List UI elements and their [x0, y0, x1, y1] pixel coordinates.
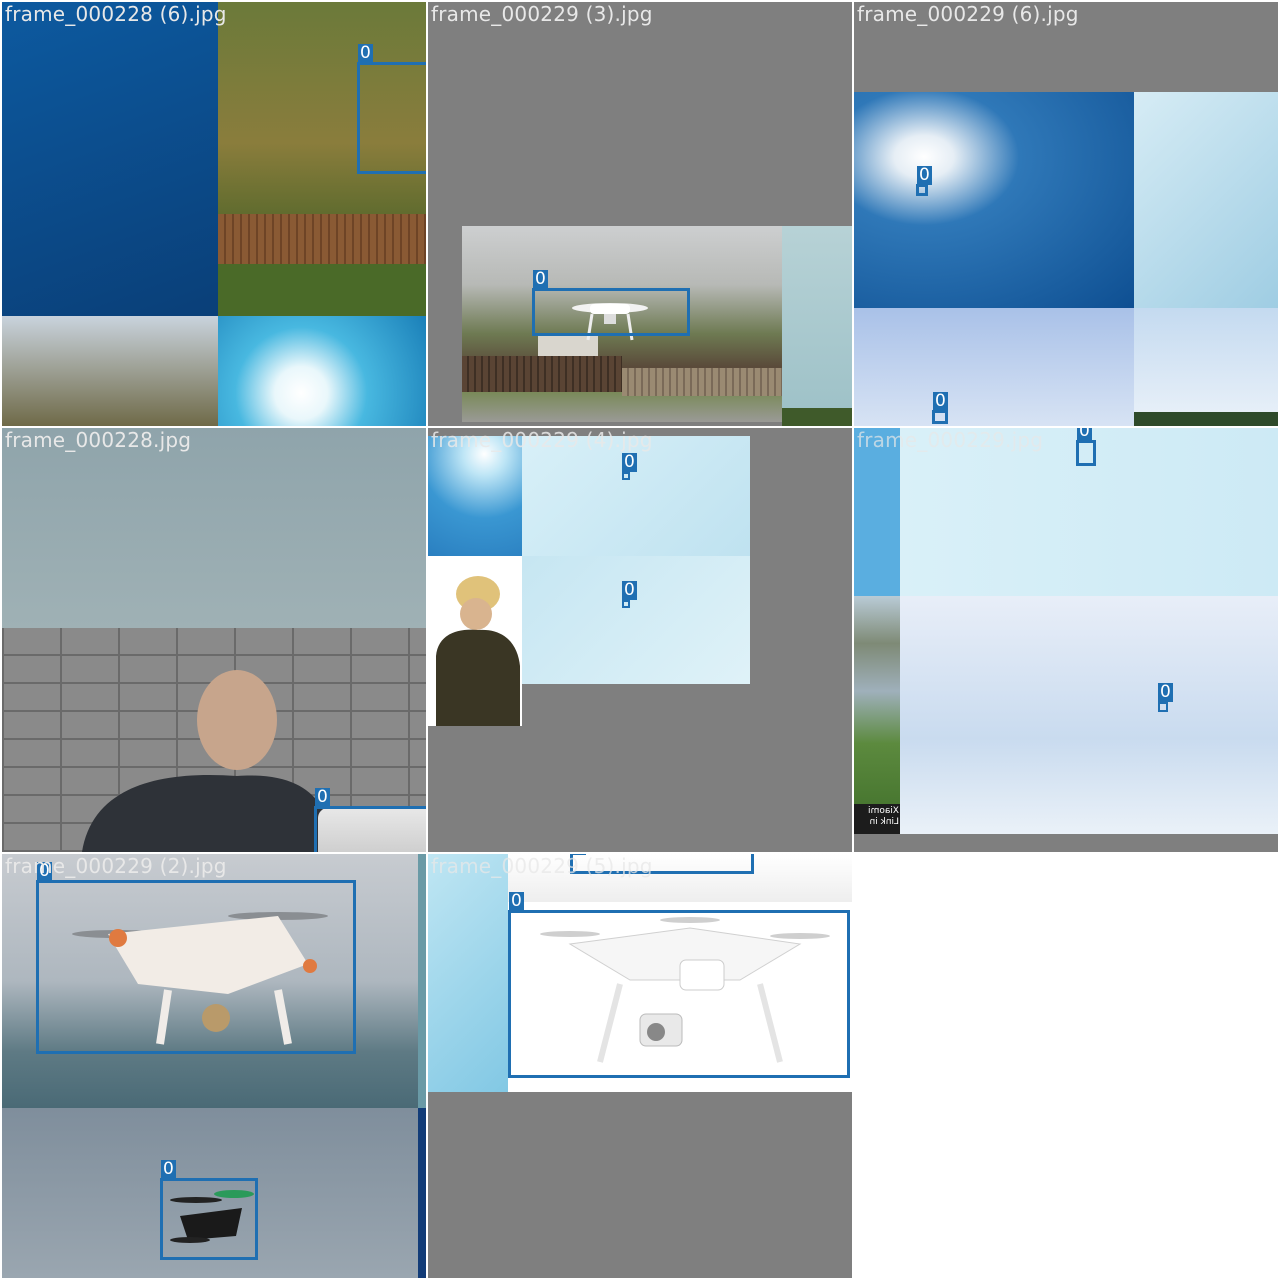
blue-edge: [418, 854, 426, 1108]
detection-box: 0: [532, 270, 690, 336]
sky-clouds: [854, 92, 1134, 308]
detection-box: 0: [932, 392, 948, 424]
tile-filename: frame_000228.jpg: [5, 428, 192, 452]
tile-7: 0 0 frame_000229 (2).jpg: [2, 854, 426, 1278]
tile-filename: frame_000229 (4).jpg: [431, 428, 653, 452]
tile-filename: frame_000228 (6).jpg: [5, 2, 227, 26]
empty-cell: [854, 854, 1278, 1278]
class-label: 0: [917, 165, 932, 185]
tile-filename: frame_000229.jpg: [857, 428, 1044, 452]
pale-sky-lower: [522, 556, 750, 684]
class-label: 0: [315, 787, 330, 807]
sky-top: [854, 428, 1278, 596]
class-label: 0: [622, 452, 637, 472]
grass-strip: [782, 408, 852, 426]
grass: [218, 264, 426, 316]
detection-box: 0: [916, 166, 932, 196]
sun-sky-quadrant: [218, 316, 426, 426]
detection-box: 0: [1158, 683, 1173, 712]
tile-3: 0 0 frame_000229 (6).jpg: [854, 2, 1278, 426]
detection-box: 0: [357, 44, 426, 174]
light-clouds: [1134, 92, 1278, 308]
tile-filename: frame_000229 (5).jpg: [431, 854, 653, 878]
fence: [462, 356, 622, 392]
detection-box: 0: [314, 788, 426, 852]
person-graphic: [82, 670, 332, 852]
class-label: 0: [509, 891, 524, 911]
detection-box: 0: [160, 1160, 258, 1260]
dark-strip: [1134, 412, 1278, 426]
shore-photo: [854, 596, 900, 834]
sky-left: [428, 854, 508, 1092]
person-graphic: [436, 576, 520, 726]
class-label: 0: [1158, 682, 1173, 702]
sky-strip: [782, 226, 852, 408]
tile-4: 0 frame_000228.jpg: [2, 428, 426, 852]
sky-quadrant: [2, 2, 218, 316]
tile-2: 0 frame_000229 (3).jpg: [428, 2, 852, 426]
class-label: 0: [1077, 428, 1092, 441]
class-label: 0: [533, 269, 548, 289]
tile-6: Xiaomi Link in 0 0 frame_000229.jpg: [854, 428, 1278, 852]
detection-box: 0: [36, 862, 356, 1054]
blue-edge-lower: [418, 1108, 426, 1278]
detection-box: 0: [1076, 428, 1096, 466]
class-label: 0: [358, 43, 373, 63]
caption-text: Xiaomi Link in: [868, 806, 899, 827]
detection-box: 0: [508, 892, 850, 1078]
pale-sky-right: [1134, 308, 1278, 412]
tile-filename: frame_000229 (3).jpg: [431, 2, 653, 26]
branches-quadrant: [2, 316, 218, 426]
class-label: 0: [161, 1159, 176, 1179]
tile-filename: frame_000229 (6).jpg: [857, 2, 1079, 26]
pale-sky: [854, 308, 1134, 426]
sky-bottom: [900, 596, 1278, 834]
detection-box: 0: [622, 453, 637, 480]
detection-box: 0: [622, 581, 637, 608]
tile-5: 0 0 frame_000229 (4).jpg: [428, 428, 852, 852]
tile-8: 0 0 frame_000229 (5).jpg: [428, 854, 852, 1278]
tile-1: 0 frame_000228 (6).jpg: [2, 2, 426, 426]
sunny-sky: [428, 436, 522, 556]
fence-right: [622, 368, 782, 396]
class-label: 0: [622, 580, 637, 600]
tile-filename: frame_000229 (2).jpg: [5, 854, 227, 878]
class-label: 0: [933, 391, 948, 411]
overcast-sky: [2, 428, 426, 628]
